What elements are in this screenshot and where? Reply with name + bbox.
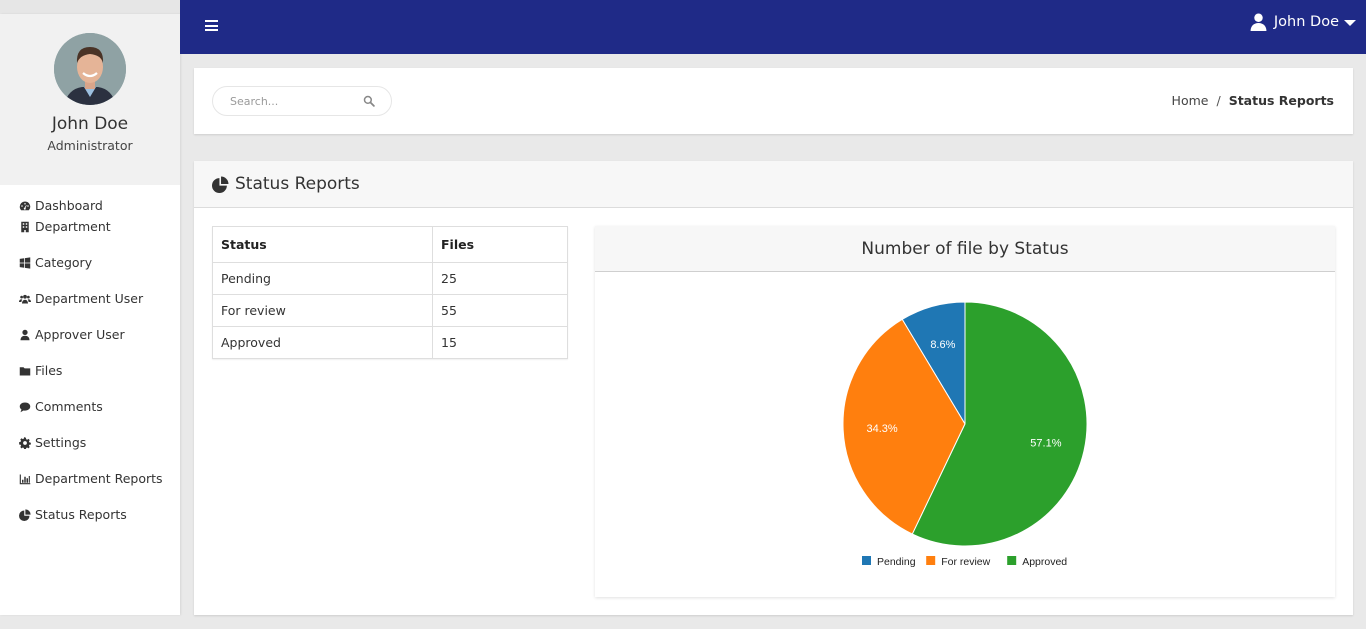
pie-chart-icon [212,176,229,193]
legend-item-for-review[interactable]: For review [926,556,991,568]
sidebar-item-settings[interactable]: Settings [0,432,180,453]
cell-files: 25 [432,262,568,295]
breadcrumb-home[interactable]: Home [1172,93,1209,108]
sidebar-item-category[interactable]: Category [0,252,180,273]
sidebar-item-department-user[interactable]: Department User [0,288,180,309]
cell-files: 15 [432,326,568,359]
caret-down-icon [1344,20,1356,26]
cell-files: 55 [432,294,568,327]
sidebar-item-label: Department Reports [35,471,163,486]
sidebar-top-strip [0,0,180,14]
sidebar: John Doe Administrator Dashboard Departm… [0,14,180,615]
profile-section: John Doe Administrator [0,14,180,185]
sidebar-item-department-reports[interactable]: Department Reports [0,468,180,489]
search-icon[interactable] [363,95,375,107]
table-row: Pending 25 [212,262,568,295]
cell-status: Approved [212,326,433,359]
sidebar-item-department[interactable]: Department [0,216,180,237]
sidebar-item-label: Approver User [35,327,125,342]
legend-item-pending[interactable]: Pending [862,556,916,568]
user-dropdown[interactable]: John Doe [1250,13,1356,31]
search-box [212,86,392,116]
user-icon [1250,13,1267,31]
sidebar-item-label: Category [35,255,93,270]
tachometer-icon [18,199,32,213]
legend-item-approved[interactable]: Approved [1007,556,1067,568]
status-table: Status Files Pending 25 For review 55 Ap… [212,226,568,359]
folder-icon [18,364,32,378]
pie-chart-icon [18,508,32,522]
profile-role: Administrator [47,138,133,153]
comment-icon [18,400,32,414]
page-title: Status Reports [235,174,360,194]
chart-header: Number of file by Status [595,226,1335,272]
sidebar-item-label: Settings [35,435,87,450]
pie-chart: 8.6% 34.3% 57.1% Pending For review Approved [842,301,1088,568]
sidebar-item-status-reports[interactable]: Status Reports [0,504,180,525]
legend-label: For review [941,556,990,568]
gear-icon [18,436,32,450]
legend-swatch [862,556,871,565]
pie-slice-label: 57.1% [1030,437,1061,449]
users-icon [18,292,32,306]
profile-name: John Doe [51,114,129,134]
sidebar-item-files[interactable]: Files [0,360,180,381]
sidebar-item-dashboard[interactable]: Dashboard [0,195,180,216]
pie-chart-panel: Number of file by Status 8.6% 34.3% 57.1% P… [595,226,1335,597]
sidebar-item-label: Dashboard [35,198,103,213]
building-icon [18,220,32,234]
sidebar-menu: Dashboard Department Category Department… [0,185,180,525]
table-row: For review 55 [212,294,568,327]
table-row: Approved 15 [212,326,568,359]
sidebar-item-label: Department [35,219,111,234]
table-header-row: Status Files [212,226,568,263]
breadcrumb: Home / Status Reports [1172,93,1334,108]
top-navbar: John Doe [180,0,1366,54]
cell-status: For review [212,294,433,327]
breadcrumb-separator: / [1216,93,1221,108]
status-reports-card: Status Reports Status Files Pending 25 F… [194,161,1353,615]
avatar [54,33,126,105]
chart-title: Number of file by Status [861,238,1069,259]
sidebar-item-label: Files [35,363,63,378]
legend-swatch [1007,556,1017,565]
sidebar-item-label: Status Reports [35,507,127,522]
legend-label: Pending [877,556,916,568]
breadcrumb-current: Status Reports [1228,93,1334,108]
user-icon [18,328,32,342]
column-header-status: Status [212,226,433,263]
pie-slice-label: 8.6% [930,339,955,351]
sidebar-item-comments[interactable]: Comments [0,396,180,417]
sidebar-item-approver-user[interactable]: Approver User [0,324,180,345]
hamburger-menu-icon[interactable] [205,20,218,31]
card-header: Status Reports [194,161,1353,208]
cell-status: Pending [212,262,433,295]
search-breadcrumb-bar: Home / Status Reports [194,68,1353,134]
legend-label: Approved [1022,556,1067,568]
column-header-files: Files [432,226,568,263]
sidebar-item-label: Comments [35,399,103,414]
user-name: John Doe [1273,14,1339,30]
windows-icon [18,256,32,270]
search-input[interactable] [213,94,358,108]
bar-chart-icon [18,472,32,486]
sidebar-item-label: Department User [35,291,144,306]
pie-slice-label: 34.3% [867,423,898,435]
legend-swatch [926,556,936,565]
